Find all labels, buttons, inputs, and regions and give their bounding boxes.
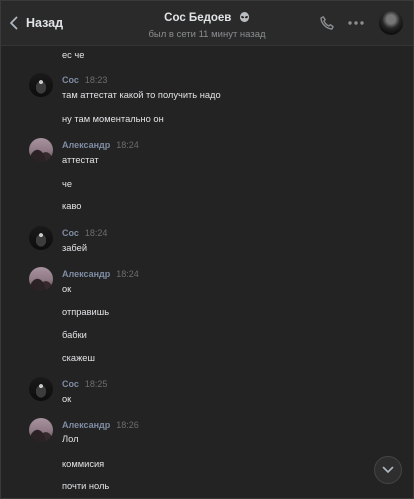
chevron-down-icon xyxy=(382,466,394,473)
message-text: забей xyxy=(62,243,88,253)
sender-name[interactable]: Александр xyxy=(62,140,110,150)
message-text: скажеш xyxy=(62,353,95,363)
message-text: Лол xyxy=(62,434,79,444)
message-text: аттестат xyxy=(62,155,99,165)
chevron-left-icon xyxy=(10,16,18,30)
sender-name[interactable]: Александр xyxy=(62,269,110,279)
message-time: 18:26 xyxy=(116,420,139,430)
back-label: Назад xyxy=(26,16,64,30)
message-time: 18:24 xyxy=(116,140,139,150)
sender-name[interactable]: Сос xyxy=(62,379,79,389)
message-text: че xyxy=(62,179,73,189)
contact-avatar[interactable] xyxy=(379,11,403,35)
message-text: каво xyxy=(62,201,82,211)
avatar[interactable] xyxy=(29,418,53,442)
scroll-down-button[interactable] xyxy=(374,456,402,484)
avatar[interactable] xyxy=(29,267,53,291)
message-meta: Александр 18:24 xyxy=(62,140,139,150)
message-time: 18:25 xyxy=(84,379,108,389)
avatar[interactable] xyxy=(29,377,53,401)
message-meta: Александр 18:24 xyxy=(62,269,139,279)
message-text: ес че xyxy=(62,50,85,60)
message-time: 18:24 xyxy=(116,269,139,279)
message-time: 18:23 xyxy=(84,75,108,85)
message-text: ок xyxy=(62,284,72,294)
avatar[interactable] xyxy=(29,73,53,97)
message-text: почти ноль xyxy=(62,481,110,491)
chat-window: Назад Сос Бедоев был в сети 11 минут наз… xyxy=(0,0,414,499)
sender-name[interactable]: Александр xyxy=(62,420,110,430)
message-text: отправишь xyxy=(62,307,110,317)
message-text: бабки xyxy=(62,330,87,340)
alien-icon xyxy=(239,12,249,23)
message-text: ну там моментально он xyxy=(62,114,164,124)
avatar[interactable] xyxy=(29,226,53,250)
phone-icon[interactable] xyxy=(319,15,335,31)
chat-title[interactable]: Сос Бедоев xyxy=(164,12,231,24)
message-meta: Сос 18:24 xyxy=(62,228,107,238)
message-meta: Александр 18:26 xyxy=(62,420,139,430)
sender-name[interactable]: Сос xyxy=(62,75,79,85)
message-meta: Сос 18:25 xyxy=(62,379,107,389)
message-text: коммисия xyxy=(62,459,105,469)
more-icon[interactable] xyxy=(347,15,365,31)
message-meta: Сос 18:23 xyxy=(62,75,107,85)
message-text: ок xyxy=(62,394,72,404)
sender-name[interactable]: Сос xyxy=(62,228,79,238)
avatar[interactable] xyxy=(29,138,53,162)
message-list: ес че Сос 18:23 там аттестат какой то получ… xyxy=(1,46,413,498)
back-button[interactable]: Назад xyxy=(9,14,63,32)
chat-header: Назад Сос Бедоев был в сети 11 минут наз… xyxy=(1,1,413,46)
message-time: 18:24 xyxy=(84,228,108,238)
message-text: там аттестат какой то получить надо xyxy=(62,90,221,100)
